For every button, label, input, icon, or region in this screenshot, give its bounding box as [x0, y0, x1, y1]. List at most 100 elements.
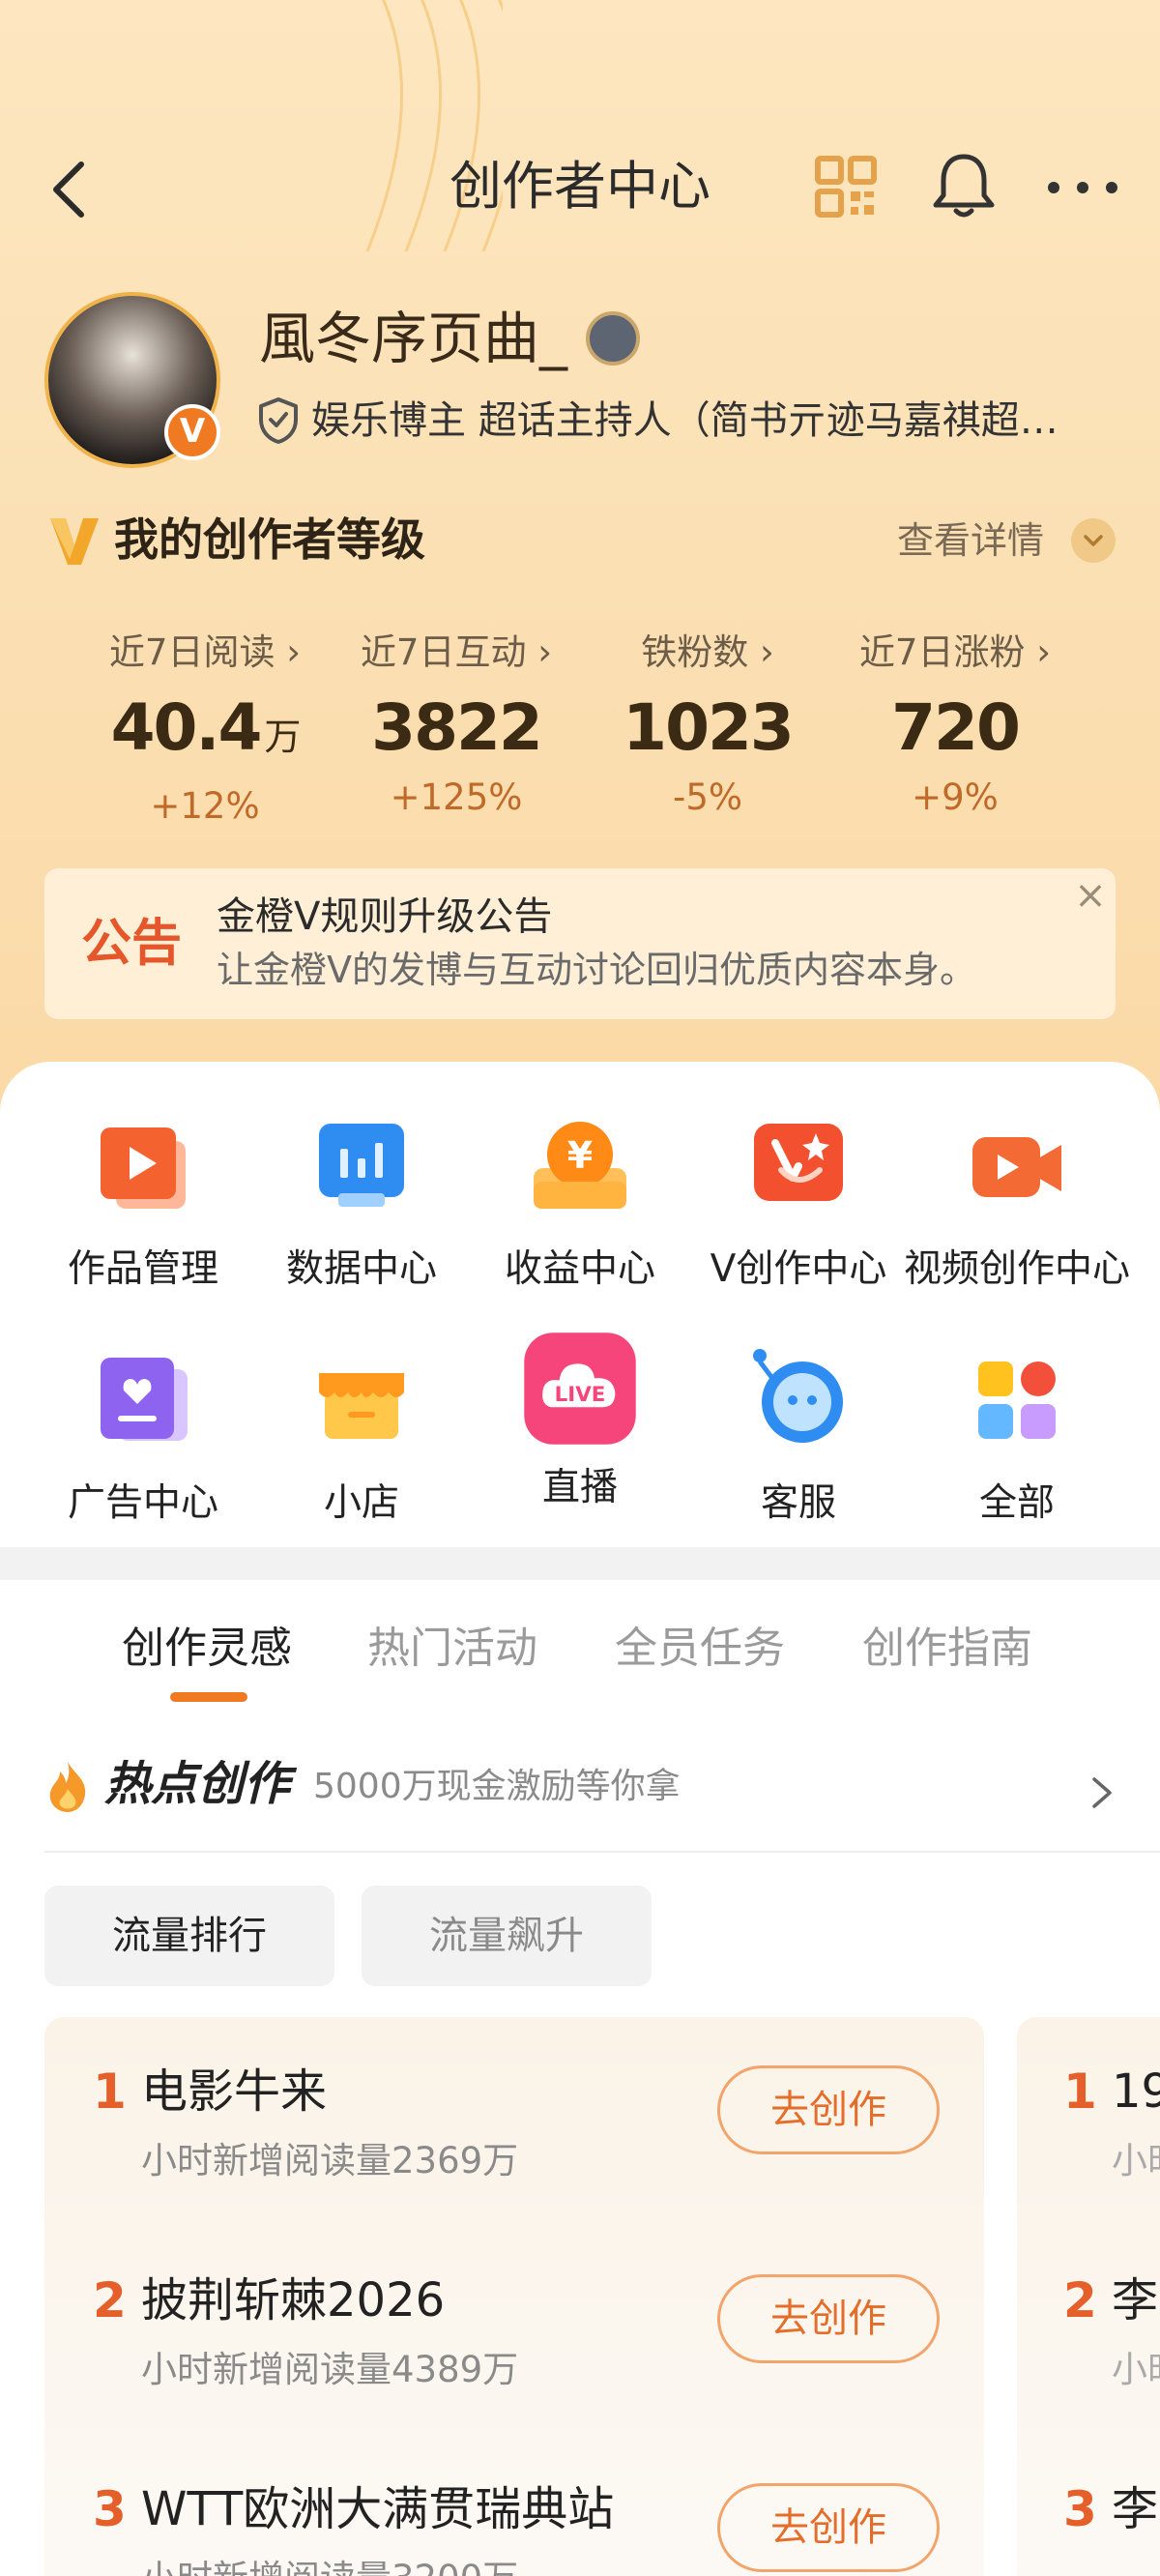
rank-subtitle: 小时新增阅读量3200万 — [141, 2553, 518, 2576]
rank-number: 3 — [93, 2481, 127, 2537]
tool-all[interactable]: 全部 — [901, 1344, 1133, 1530]
close-icon[interactable]: × — [1071, 876, 1110, 915]
rank-title: 披荆斩棘2026 — [141, 2273, 446, 2327]
rank-title: WTT欧洲大满贯瑞典站 — [141, 2482, 615, 2536]
create-button[interactable]: 去创作 — [717, 2065, 940, 2154]
stat-new-fans[interactable]: 近7日涨粉 › 720 +9% — [829, 623, 1081, 824]
stat-value: 3822 — [371, 690, 543, 765]
hot-creation-subtitle: 5000万现金激励等你拿 — [313, 1767, 681, 1806]
rank-title: 电影牛来 — [141, 2064, 328, 2119]
qrcode-icon[interactable] — [814, 155, 878, 219]
stat-change: +12% — [150, 785, 260, 827]
stat-reads[interactable]: 近7日阅读 › 40.4 万 +12% — [79, 623, 331, 833]
tool-v-create[interactable]: V创作中心 — [682, 1110, 914, 1296]
ranking-card-peek[interactable]: 1 19 小时 2 李 小时 3 李 — [1017, 2017, 1160, 2576]
rank-subtitle: 小时 — [1112, 2140, 1160, 2181]
stat-change: +125% — [390, 776, 523, 818]
tab-all-tasks[interactable]: 全员任务 — [615, 1621, 785, 1677]
rank-title: 李 — [1112, 2273, 1159, 2327]
v-create-icon — [754, 1124, 843, 1201]
tool-label: V创作中心 — [710, 1247, 887, 1291]
stat-interactions[interactable]: 近7日互动 › 3822 +125% — [331, 623, 582, 824]
stat-change: +9% — [912, 776, 999, 818]
income-icon: ¥ — [534, 1122, 626, 1209]
username[interactable]: 風冬序页曲_ — [259, 302, 567, 375]
rank-title: 李 — [1112, 2482, 1159, 2536]
active-tab-indicator — [170, 1692, 247, 1702]
bell-icon[interactable] — [930, 149, 998, 222]
list-item: 2 李 小时 — [1017, 2267, 1160, 2470]
shop-icon — [319, 1373, 404, 1439]
all-icon — [978, 1361, 1056, 1439]
rank-number: 1 — [1063, 2064, 1097, 2120]
list-item[interactable]: 3 WTT欧洲大满贯瑞典站 小时新增阅读量3200万 去创作 — [44, 2475, 984, 2576]
announcement-banner[interactable]: 公告 金橙V规则升级公告 让金橙V的发博与互动讨论回归优质内容本身。 × — [44, 868, 1116, 1019]
ranking-card: 1 电影牛来 小时新增阅读量2369万 去创作 2 披荆斩棘2026 小时新增阅… — [44, 2017, 984, 2576]
announcement-subtitle: 让金橙V的发博与互动讨论回归优质内容本身。 — [217, 949, 976, 991]
tool-label: 作品管理 — [67, 1247, 218, 1291]
tool-label: 广告中心 — [67, 1481, 218, 1525]
tab-creation-guide[interactable]: 创作指南 — [862, 1621, 1032, 1677]
list-item: 1 19 小时 — [1017, 2058, 1160, 2261]
tool-video[interactable]: 视频创作中心 — [901, 1110, 1133, 1296]
svg-text:LIVE: LIVE — [555, 1383, 606, 1407]
stat-label: 近7日阅读 › — [108, 631, 302, 673]
chip-traffic-surge[interactable]: 流量飙升 — [362, 1886, 652, 1986]
create-button[interactable]: 去创作 — [717, 2483, 940, 2572]
tool-label: 数据中心 — [285, 1247, 437, 1291]
user-description[interactable]: 娱乐博主 超话主持人（简书亓迹马嘉祺超… — [311, 395, 1143, 447]
stat-value: 40.4 万 — [110, 690, 302, 765]
more-icon[interactable] — [1042, 159, 1123, 217]
service-icon — [753, 1349, 843, 1443]
tool-shop[interactable]: 小店 — [246, 1344, 478, 1530]
svg-text:¥: ¥ — [567, 1134, 593, 1177]
list-item[interactable]: 1 电影牛来 小时新增阅读量2369万 去创作 — [44, 2058, 984, 2261]
stat-label: 铁粉数 › — [641, 631, 774, 673]
stat-label: 近7日涨粉 › — [858, 631, 1052, 673]
tab-hot-events[interactable]: 热门活动 — [367, 1621, 537, 1677]
stat-iron-fans[interactable]: 铁粉数 › 1023 -5% — [582, 623, 833, 824]
tool-label: 收益中心 — [504, 1247, 655, 1291]
stat-label: 近7日互动 › — [360, 631, 553, 673]
rank-subtitle: 小时新增阅读量4389万 — [141, 2349, 519, 2390]
tool-live[interactable]: LIVE 直播 — [464, 1329, 696, 1514]
stat-value: 1023 — [623, 690, 795, 765]
creator-level-title: 我的创作者等级 — [114, 513, 425, 566]
stat-value: 720 — [891, 690, 1021, 765]
section-divider-line — [44, 1851, 1160, 1853]
data-icon — [319, 1124, 404, 1207]
announcement-title: 金橙V规则升级公告 — [217, 894, 553, 939]
tool-ad[interactable]: 广告中心 — [27, 1344, 259, 1530]
chevron-down-icon[interactable] — [1071, 518, 1116, 563]
chevron-right-icon[interactable] — [1088, 1773, 1116, 1812]
top-bar: 创作者中心 — [0, 135, 1160, 242]
rank-number: 2 — [1063, 2272, 1097, 2328]
tool-works[interactable]: 作品管理 — [27, 1110, 259, 1296]
announcement-tag: 公告 — [81, 915, 183, 973]
ad-icon — [101, 1358, 188, 1441]
tool-service[interactable]: 客服 — [682, 1344, 914, 1530]
view-details-link[interactable]: 查看详情 — [897, 512, 1044, 569]
section-divider — [0, 1547, 1160, 1580]
verified-v-badge: V — [164, 404, 220, 460]
tool-label: 视频创作中心 — [903, 1247, 1130, 1291]
shield-icon — [259, 397, 298, 444]
list-item[interactable]: 2 披荆斩棘2026 小时新增阅读量4389万 去创作 — [44, 2267, 984, 2470]
chip-traffic-ranking[interactable]: 流量排行 — [44, 1886, 334, 1986]
tab-inspiration[interactable]: 创作灵感 — [122, 1621, 292, 1677]
stat-change: -5% — [672, 776, 743, 818]
tool-income[interactable]: ¥ 收益中心 — [464, 1110, 696, 1296]
creator-level-v-icon — [50, 518, 99, 565]
video-icon — [972, 1137, 1061, 1197]
list-item: 3 李 — [1017, 2475, 1160, 2576]
tool-label: 小店 — [323, 1481, 399, 1525]
tool-data[interactable]: 数据中心 — [246, 1110, 478, 1296]
user-medal-icon[interactable] — [586, 311, 640, 366]
tool-label: 全部 — [978, 1481, 1055, 1525]
create-button[interactable]: 去创作 — [717, 2274, 940, 2363]
tool-label: 客服 — [760, 1481, 836, 1525]
rank-subtitle: 小时新增阅读量2369万 — [141, 2140, 519, 2181]
rank-subtitle: 小时 — [1112, 2349, 1160, 2390]
rank-number: 2 — [93, 2272, 127, 2328]
works-icon — [101, 1127, 186, 1209]
